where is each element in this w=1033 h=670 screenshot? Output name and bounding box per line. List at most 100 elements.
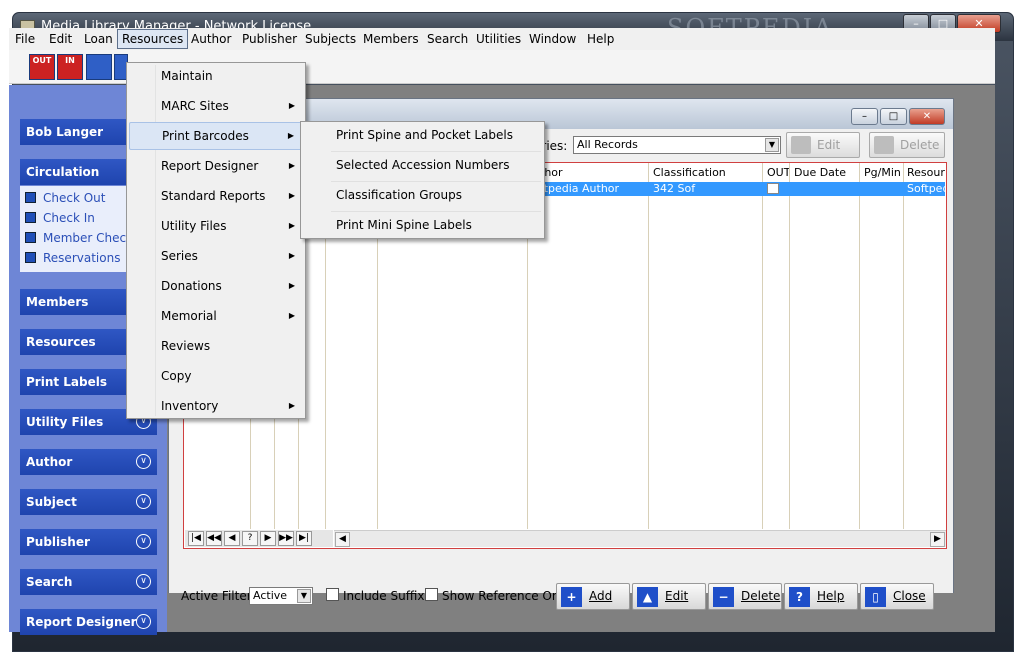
check-icon	[25, 192, 36, 203]
nav-find-button[interactable]: ?	[242, 531, 258, 546]
menu-item-label: Report Designer	[161, 159, 259, 173]
grid-col-line	[789, 163, 790, 529]
book-icon[interactable]	[86, 54, 112, 80]
menu-utilities[interactable]: Utilities	[476, 31, 521, 47]
chevron-down-icon[interactable]: ▼	[765, 138, 779, 152]
series-select[interactable]: All Records ▼	[573, 136, 781, 154]
submenu-arrow-icon: ▶	[288, 161, 295, 170]
menu-item-copy[interactable]: Copy	[129, 363, 303, 391]
edit-top-button[interactable]: Edit	[786, 132, 860, 158]
cell-author: ftpedia Author	[540, 182, 620, 195]
menu-file[interactable]: File	[15, 31, 35, 47]
sidebar-search[interactable]: Search ∨	[20, 569, 157, 595]
menu-item-label: Standard Reports	[161, 189, 266, 203]
check-icon	[25, 212, 36, 223]
nav-first-button[interactable]: |◀	[188, 531, 204, 546]
menu-resources[interactable]: Resources	[117, 29, 189, 49]
menu-edit[interactable]: Edit	[49, 31, 72, 47]
nav-prev-page-button[interactable]: ◀◀	[206, 531, 222, 546]
sidebar-subject[interactable]: Subject ∨	[20, 489, 157, 515]
edit-label: Edit	[665, 589, 689, 603]
submenu-arrow-icon: ▶	[288, 281, 295, 290]
help-button[interactable]: ? Help	[784, 583, 858, 610]
menu-members[interactable]: Members	[363, 31, 419, 47]
member-icon	[25, 232, 36, 243]
edit-button[interactable]: ▲ Edit	[632, 583, 706, 610]
menu-item-utility-files[interactable]: Utility Files ▶	[129, 213, 303, 241]
menu-item-label: Reviews	[161, 339, 211, 353]
circ-check-in[interactable]: Check In	[25, 211, 95, 225]
series-value: All Records	[577, 138, 638, 151]
menu-item-label: Copy	[161, 369, 192, 383]
plus-icon: +	[561, 587, 582, 607]
col-header-due-date[interactable]: Due Date	[794, 166, 858, 179]
sidebar-author[interactable]: Author ∨	[20, 449, 157, 475]
menu-bar: File Edit Loan Resources Author Publishe…	[9, 28, 995, 50]
submenu-arrow-icon: ▶	[288, 191, 295, 200]
menu-loan[interactable]: Loan	[84, 31, 113, 47]
menu-item-report-designer[interactable]: Report Designer ▶	[129, 153, 303, 181]
circ-reservations[interactable]: Reservations	[25, 251, 120, 265]
submenu-item-mini-spine[interactable]: Print Mini Spine Labels	[303, 212, 542, 240]
chevron-down-icon: ∨	[136, 454, 151, 469]
submenu-item-spine-pocket[interactable]: Print Spine and Pocket Labels	[303, 122, 542, 150]
menu-item-marc-sites[interactable]: MARC Sites ▶	[129, 93, 303, 121]
menu-publisher[interactable]: Publisher	[242, 31, 297, 47]
cell-classification: 342 Sof	[653, 182, 696, 195]
show-reference-label: Show Reference Only	[442, 589, 570, 603]
nav-last-button[interactable]: ▶|	[296, 531, 312, 546]
circ-label: Check Out	[43, 191, 106, 205]
out-checkbox[interactable]	[767, 183, 779, 194]
chevron-down-icon[interactable]: ▼	[297, 589, 311, 603]
menu-item-donations[interactable]: Donations ▶	[129, 273, 303, 301]
include-suffix-checkbox[interactable]	[326, 588, 339, 601]
child-minimize-button[interactable]: –	[851, 108, 878, 125]
col-header-out[interactable]: OUT	[767, 166, 789, 179]
circ-check-out[interactable]: Check Out	[25, 191, 105, 205]
circ-label: Reservations	[43, 251, 121, 265]
delete-button[interactable]: − Delete	[708, 583, 782, 610]
child-maximize-button[interactable]: □	[880, 108, 907, 125]
out-icon[interactable]: OUT	[29, 54, 55, 80]
menu-item-label: Series	[161, 249, 198, 263]
menu-help[interactable]: Help	[587, 31, 614, 47]
nav-prev-button[interactable]: ◀	[224, 531, 240, 546]
sidebar-report-designer[interactable]: Report Designer ∨	[20, 609, 157, 635]
circ-member-check[interactable]: Member Check	[25, 231, 133, 245]
col-header-pg-min[interactable]: Pg/Min	[864, 166, 902, 179]
close-button[interactable]: ▯ Close	[860, 583, 934, 610]
scroll-right-icon[interactable]: ▶	[930, 532, 945, 547]
menu-item-maintain[interactable]: Maintain	[129, 63, 303, 91]
menu-window[interactable]: Window	[529, 31, 576, 47]
col-header-classification[interactable]: Classification	[653, 166, 758, 179]
delete-top-button[interactable]: Delete	[869, 132, 945, 158]
in-icon[interactable]: IN	[57, 54, 83, 80]
submenu-arrow-icon: ▶	[288, 401, 295, 410]
scroll-left-icon[interactable]: ◀	[335, 532, 350, 547]
sidebar-publisher[interactable]: Publisher ∨	[20, 529, 157, 555]
nav-next-page-button[interactable]: ▶▶	[278, 531, 294, 546]
col-header-author[interactable]: thor	[540, 166, 640, 179]
col-header-resource[interactable]: Resour	[907, 166, 945, 179]
menu-item-reviews[interactable]: Reviews	[129, 333, 303, 361]
sidebar-label: Subject	[26, 495, 77, 509]
menu-author[interactable]: Author	[191, 31, 231, 47]
menu-search[interactable]: Search	[427, 31, 468, 47]
submenu-item-classification-groups[interactable]: Classification Groups	[303, 182, 542, 210]
show-reference-checkbox[interactable]	[425, 588, 438, 601]
menu-item-label: MARC Sites	[161, 99, 229, 113]
nav-next-button[interactable]: ▶	[260, 531, 276, 546]
child-close-button[interactable]: ✕	[909, 108, 945, 125]
horizontal-scrollbar[interactable]: ◀ ▶	[334, 530, 946, 547]
sidebar-label: Author	[26, 455, 73, 469]
menu-subjects[interactable]: Subjects	[305, 31, 356, 47]
add-button[interactable]: + Add	[556, 583, 630, 610]
menu-item-inventory[interactable]: Inventory ▶	[129, 393, 303, 421]
menu-item-label: Memorial	[161, 309, 217, 323]
menu-item-series[interactable]: Series ▶	[129, 243, 303, 271]
active-filter-select[interactable]: Active ▼	[249, 587, 313, 605]
submenu-item-selected-accession[interactable]: Selected Accession Numbers	[303, 152, 542, 180]
menu-item-memorial[interactable]: Memorial ▶	[129, 303, 303, 331]
menu-item-print-barcodes[interactable]: Print Barcodes ▶	[129, 122, 303, 150]
menu-item-standard-reports[interactable]: Standard Reports ▶	[129, 183, 303, 211]
